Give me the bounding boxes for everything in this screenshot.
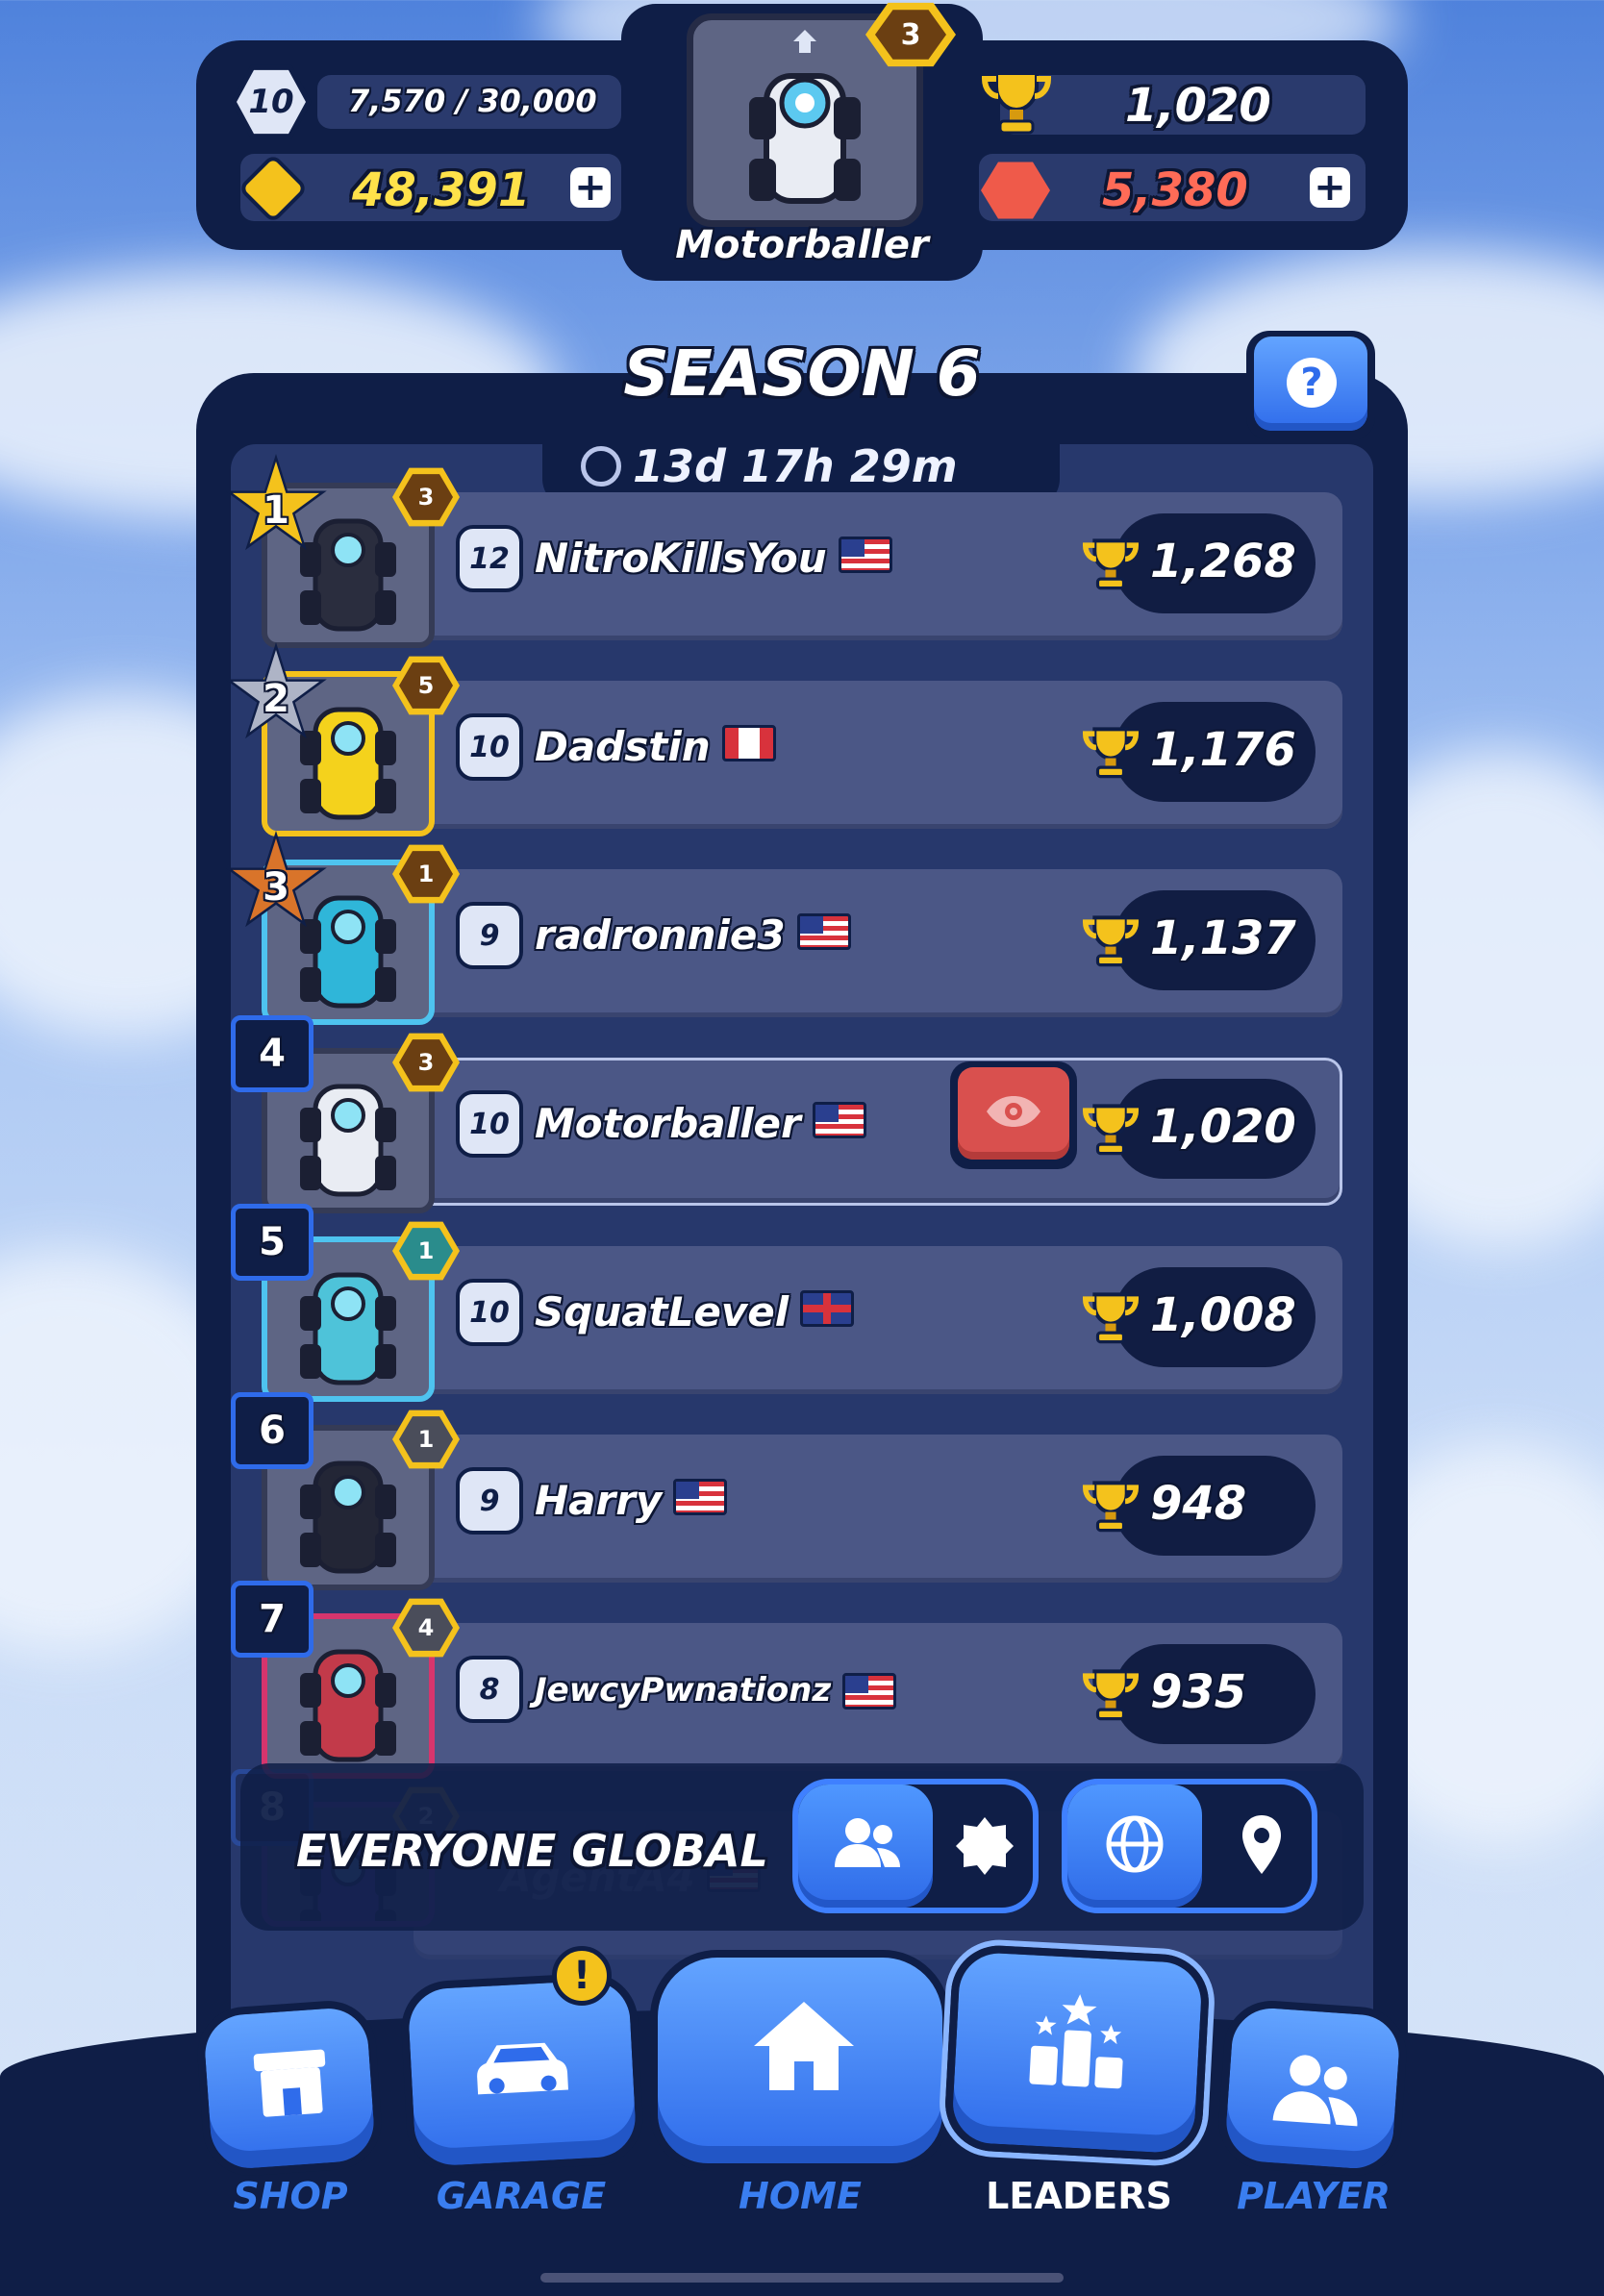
player-score: 1,268 [1150,535,1296,588]
trophies-value: 1,020 [1125,79,1271,133]
gems-value: 5,380 [1102,163,1248,217]
player-level-badge: 9 [456,902,523,969]
player-name[interactable]: radronnie3 [535,911,786,959]
player-name[interactable]: Motorballer [535,1100,801,1147]
podium-icon [1029,1994,1123,2089]
friends-icon [835,1818,900,1867]
uk-flag-icon [800,1290,854,1327]
player-level-badge: 12 [456,525,523,592]
player-name: Motorballer [675,223,929,267]
buy-gems-button[interactable]: + [1310,167,1350,208]
car-tier-level: 3 [875,10,946,60]
rank-number: 6 [231,1392,313,1469]
player-score: 1,008 [1150,1288,1296,1342]
globe-icon [1106,1815,1164,1873]
player-score: 1,176 [1150,723,1296,777]
trophy-icon [979,67,1054,138]
trophy-icon [1082,1481,1140,1533]
player-score: 948 [1150,1477,1247,1531]
home-indicator [540,2273,1064,2283]
us-flag-icon [842,1673,896,1710]
player-name[interactable]: Dadstin [535,723,711,770]
nav-garage-button[interactable] [398,1970,646,2176]
nav-player-button[interactable] [1216,1997,1410,2180]
player-name[interactable]: NitroKillsYou [535,535,827,582]
trophy-icon [1082,538,1140,590]
rank-number: 3 [263,865,289,910]
player-level-badge: 9 [456,1467,523,1535]
region-toggle[interactable] [1062,1779,1317,1913]
rank-number: 5 [231,1204,313,1281]
car-tier-level: 1 [399,1228,453,1274]
help-icon: ? [1287,358,1337,408]
location-pin-icon[interactable] [1239,1813,1285,1877]
nav-home-label: HOME [739,2175,862,2217]
nav-home-button[interactable] [650,1950,950,2171]
player-score: 935 [1150,1665,1247,1719]
car-icon [477,2042,568,2095]
player-name[interactable]: SquatLevel [535,1288,789,1335]
us-flag-icon [673,1479,727,1515]
garage-alert-icon: ! [552,1946,612,2006]
player-level-badge: 10 [456,1279,523,1346]
car-tier-level: 3 [399,474,453,520]
everyone-toggle-option[interactable] [798,1784,933,1908]
nav-garage-label: GARAGE [436,2175,607,2217]
player-icon [1272,2055,1358,2127]
spectate-button[interactable] [950,1061,1077,1169]
help-button[interactable]: ? [1246,331,1375,440]
trophy-icon [1082,1292,1140,1344]
filter-label: EVERYONE GLOBAL [296,1825,768,1877]
car-tier-level: 4 [399,1605,453,1651]
trophy-icon [1082,1669,1140,1721]
home-icon [754,2002,854,2090]
player-level-badge: 10 [456,1090,523,1158]
player-level-badge: 10 [456,713,523,781]
rank-number: 7 [231,1581,313,1658]
trophy-icon [1082,727,1140,779]
player-level: 10 [237,69,306,135]
rank-number: 4 [231,1015,313,1092]
car-tier-level: 1 [399,1416,453,1462]
ca-flag-icon [722,725,776,761]
trophy-icon [1082,915,1140,967]
rank-number: 2 [263,677,289,721]
shop-icon [253,2049,326,2117]
xp-text: 7,570 / 30,000 [348,83,597,119]
nav-leaders-button[interactable] [942,1943,1212,2162]
us-flag-icon [797,913,851,950]
eye-icon [987,1096,1040,1127]
nav-shop-button[interactable] [194,1997,385,2180]
coins-value: 48,391 [352,163,531,217]
car-tier-level: 1 [399,851,453,897]
player-name[interactable]: Harry [535,1477,662,1524]
trophy-icon [1082,1104,1140,1156]
player-level-badge: 8 [456,1656,523,1723]
player-score: 1,137 [1150,911,1296,965]
buy-coins-button[interactable]: + [570,167,611,208]
us-flag-icon [839,537,892,573]
badge-icon[interactable] [954,1815,1015,1877]
stopwatch-icon [581,446,621,487]
us-flag-icon [813,1102,866,1138]
rank-number: 1 [263,488,289,533]
nav-player-label: PLAYER [1237,2175,1391,2217]
audience-toggle[interactable] [792,1779,1039,1913]
nav-leaders-label: LEADERS [986,2175,1172,2217]
player-score: 1,020 [1150,1100,1296,1154]
season-title: SEASON 6 [623,337,981,411]
nav-shop-label: SHOP [233,2175,348,2217]
global-toggle-option[interactable] [1067,1784,1202,1908]
player-name[interactable]: JewcyPwnationz [535,1671,831,1710]
car-tier-level: 3 [399,1039,453,1086]
car-tier-level: 5 [399,662,453,709]
